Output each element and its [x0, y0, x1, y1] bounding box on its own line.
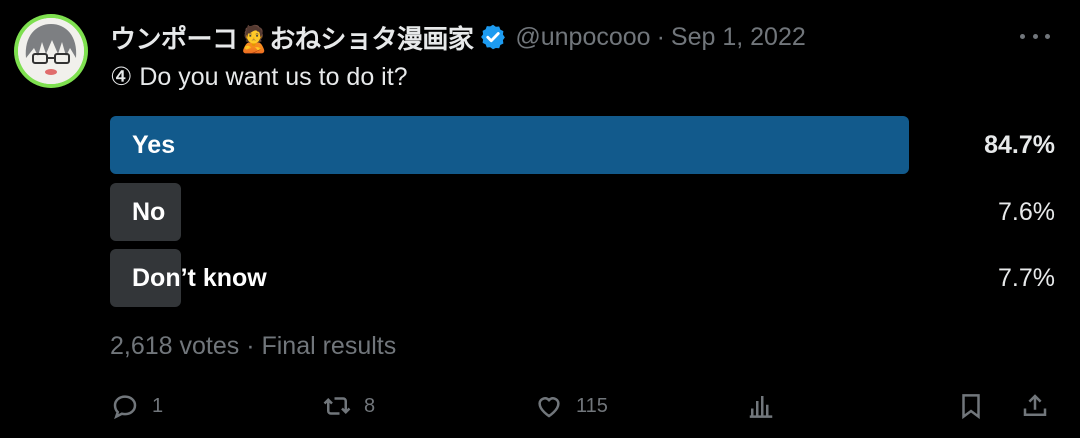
poll-bar-fill [110, 116, 909, 174]
like-count: 115 [576, 394, 608, 417]
analytics-icon [749, 396, 773, 418]
repost-count: 8 [364, 394, 376, 417]
tweet-header: ウンポーコ🙎おねショタ漫画家 @unpocooo · Sep 1, 2022 [110, 18, 806, 56]
author-handle[interactable]: @unpocooo [515, 23, 650, 52]
like-button[interactable]: 115 [534, 388, 608, 424]
heart-icon [538, 397, 560, 418]
tweet-text: ④ Do you want us to do it? [110, 63, 408, 91]
bookmark-button[interactable] [956, 388, 986, 424]
poll-option-dont-know: Don’t know 7.7% [110, 249, 1055, 307]
header-separator: · [656, 22, 665, 51]
bookmark-icon [962, 394, 980, 420]
avatar-image [18, 18, 84, 84]
more-options-icon[interactable] [1020, 26, 1050, 46]
poll-option-label: No [132, 198, 166, 226]
share-button[interactable] [1020, 388, 1050, 424]
reply-button[interactable]: 1 [110, 388, 163, 424]
poll-option-no: No 7.6% [110, 183, 1055, 241]
poll-option-label: Yes [132, 131, 176, 159]
poll-option-percent: 7.6% [998, 198, 1055, 226]
verified-badge-icon [481, 24, 506, 50]
author-display-name[interactable]: ウンポーコ🙎おねショタ漫画家 [110, 19, 474, 56]
views-button[interactable] [746, 388, 776, 424]
poll-option-yes: Yes 84.7% [110, 116, 1055, 174]
poll-option-percent: 84.7% [984, 131, 1055, 159]
share-icon [1023, 394, 1047, 416]
poll-results-meta: 2,618 votes · Final results [110, 332, 397, 360]
reply-icon [113, 395, 137, 420]
repost-button[interactable]: 8 [322, 388, 375, 424]
repost-icon [323, 397, 351, 415]
reply-count: 1 [152, 394, 164, 417]
tweet-timestamp[interactable]: Sep 1, 2022 [671, 23, 806, 52]
poll-option-label: Don’t know [132, 264, 267, 292]
avatar[interactable] [14, 14, 88, 88]
poll-option-percent: 7.7% [998, 264, 1055, 292]
